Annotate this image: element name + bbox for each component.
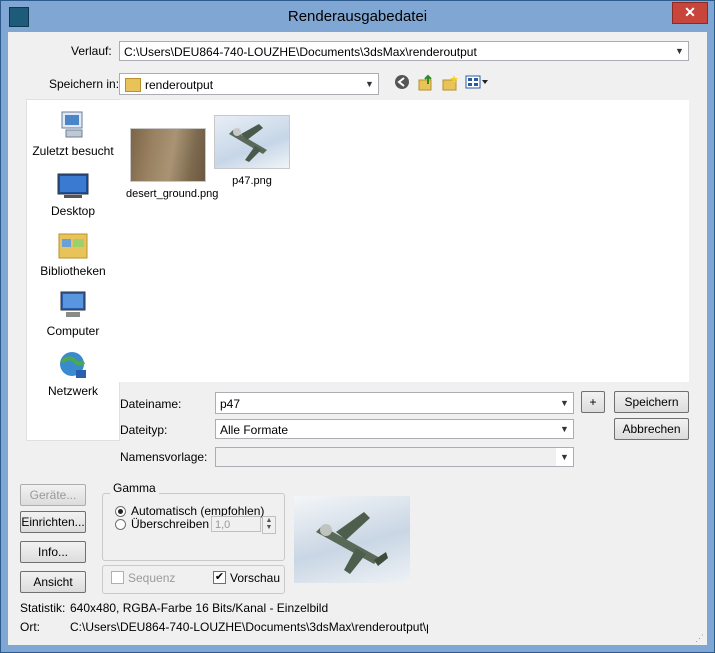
save-in-label: Speichern in: xyxy=(49,77,120,91)
place-desktop[interactable]: Desktop xyxy=(27,170,119,218)
computer-icon xyxy=(56,290,90,320)
chevron-down-icon[interactable]: ▼ xyxy=(361,75,378,93)
history-value: C:\Users\DEU864-740-LOUZHE\Documents\3ds… xyxy=(124,45,477,59)
place-network[interactable]: Netzwerk xyxy=(27,350,119,398)
dialog-body: Verlauf: C:\Users\DEU864-740-LOUZHE\Docu… xyxy=(8,32,707,645)
setup-button[interactable]: Einrichten... xyxy=(20,511,86,533)
devices-button[interactable]: Geräte... xyxy=(20,484,86,506)
template-combo[interactable]: ▼ xyxy=(215,447,574,467)
file-item[interactable]: p47.png xyxy=(210,115,294,187)
gamma-auto-radio[interactable] xyxy=(115,506,126,517)
save-in-value: renderoutput xyxy=(145,78,214,92)
sequence-label: Sequenz xyxy=(128,571,176,585)
window-title: Renderausgabedatei xyxy=(287,8,428,25)
back-icon[interactable] xyxy=(392,74,412,94)
stats-value: 640x480, RGBA-Farbe 16 Bits/Kanal - Einz… xyxy=(70,601,329,615)
desert-ground-thumbnail xyxy=(130,128,206,182)
info-button[interactable]: Info... xyxy=(20,541,86,563)
desktop-icon xyxy=(56,170,90,200)
libraries-icon xyxy=(56,230,90,260)
p47-thumbnail xyxy=(214,115,290,169)
location-value: C:\Users\DEU864-740-LOUZHE\Documents\3ds… xyxy=(70,620,428,634)
cancel-button[interactable]: Abbrechen xyxy=(614,418,689,440)
file-name: p47.png xyxy=(232,175,272,187)
place-label: Desktop xyxy=(50,204,96,218)
gamma-override-radio[interactable] xyxy=(115,519,126,530)
filetype-label: Dateityp: xyxy=(120,423,168,437)
resize-grip-icon[interactable]: ⋰ xyxy=(695,633,705,643)
file-name: desert_ground.png xyxy=(126,188,219,200)
view-menu-icon[interactable] xyxy=(464,74,490,94)
save-in-combo[interactable]: renderoutput ▼ xyxy=(119,73,379,95)
close-button[interactable]: ✕ xyxy=(672,2,708,24)
stats-label: Statistik: xyxy=(20,601,66,615)
sequence-checkbox[interactable] xyxy=(111,571,124,584)
spinner-icon[interactable]: ▲ ▼ xyxy=(262,516,276,534)
filetype-combo[interactable]: Alle Formate ▼ xyxy=(215,419,574,439)
new-folder-icon[interactable] xyxy=(440,74,460,94)
filename-label: Dateiname: xyxy=(120,397,182,411)
preview-label: Vorschau xyxy=(230,571,281,585)
gamma-value-field[interactable]: 1,0 xyxy=(211,516,261,532)
history-combo[interactable]: C:\Users\DEU864-740-LOUZHE\Documents\3ds… xyxy=(119,41,689,61)
file-item[interactable]: desert_ground.png xyxy=(126,128,218,200)
filename-combo[interactable]: p47 ▼ xyxy=(215,392,574,414)
template-label: Namensvorlage: xyxy=(120,450,208,464)
place-recent[interactable]: Zuletzt besucht xyxy=(27,110,119,158)
place-label: Netzwerk xyxy=(47,384,98,398)
places-bar: Zuletzt besucht Desktop Bibliotheken Com… xyxy=(26,99,120,441)
chevron-down-icon[interactable]: ▼ xyxy=(556,394,573,412)
folder-icon xyxy=(125,78,141,92)
place-label: Zuletzt besucht xyxy=(32,144,114,158)
filetype-value: Alle Formate xyxy=(220,423,289,437)
network-icon xyxy=(56,350,90,380)
file-list[interactable]: desert_ground.png p47.png xyxy=(119,100,689,382)
title-bar[interactable]: Renderausgabedatei ✕ xyxy=(1,1,714,31)
up-folder-icon[interactable] xyxy=(416,74,436,94)
filename-value: p47 xyxy=(220,397,241,411)
preview-image xyxy=(294,496,410,583)
chevron-down-icon[interactable]: ▼ xyxy=(671,42,688,60)
place-computer[interactable]: Computer xyxy=(27,290,119,338)
save-button[interactable]: Speichern xyxy=(614,391,689,413)
location-label: Ort: xyxy=(20,620,40,634)
place-libraries[interactable]: Bibliotheken xyxy=(27,230,119,278)
place-label: Bibliotheken xyxy=(40,264,106,278)
history-label: Verlauf: xyxy=(71,44,112,58)
view-button[interactable]: Ansicht xyxy=(20,571,86,593)
gamma-title: Gamma xyxy=(110,481,159,495)
gamma-override-label: Überschreiben xyxy=(131,517,210,531)
place-label: Computer xyxy=(46,324,100,338)
chevron-down-icon[interactable]: ▼ xyxy=(556,448,573,466)
preview-checkbox[interactable]: ✔ xyxy=(213,571,226,584)
add-button[interactable]: + xyxy=(581,391,605,413)
render-output-dialog: Renderausgabedatei ✕ Verlauf: C:\Users\D… xyxy=(0,0,715,653)
recent-places-icon xyxy=(56,110,90,140)
chevron-down-icon[interactable]: ▼ xyxy=(556,420,573,438)
